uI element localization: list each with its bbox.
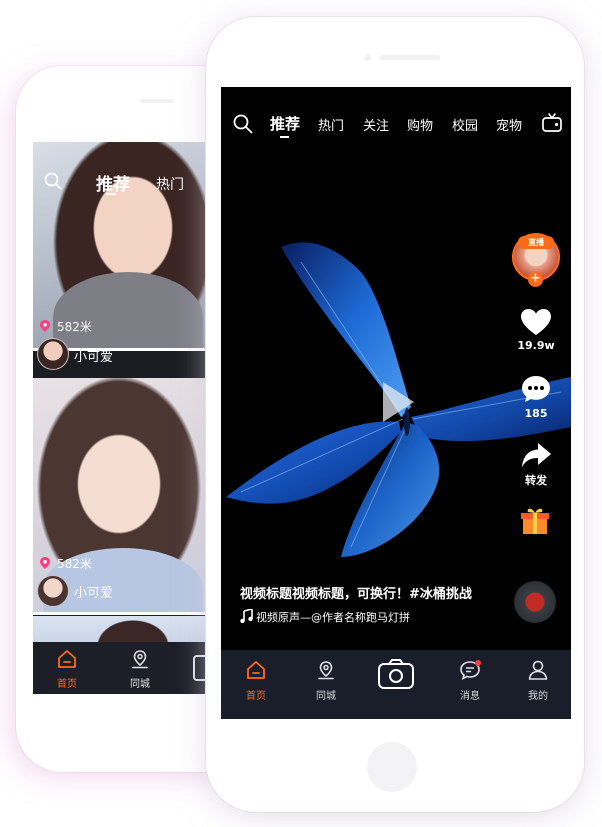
music-note-icon bbox=[240, 609, 253, 623]
live-badge: 直播 bbox=[518, 236, 554, 249]
nav-label: 同城 bbox=[130, 679, 150, 690]
divider bbox=[33, 612, 205, 615]
back-phone-screen bbox=[33, 142, 205, 694]
nav-home[interactable]: 首页 bbox=[229, 660, 283, 702]
comment-icon bbox=[522, 376, 550, 402]
follow-plus-icon[interactable]: + bbox=[528, 272, 543, 287]
play-icon[interactable] bbox=[379, 379, 417, 425]
front-camera-dot bbox=[364, 54, 371, 61]
tab-recommend[interactable]: 推荐 bbox=[96, 170, 130, 195]
nav-messages[interactable]: 消息 bbox=[443, 660, 497, 702]
tab-hot[interactable]: 热门 bbox=[318, 115, 344, 134]
tab-shopping[interactable]: 购物 bbox=[407, 115, 433, 134]
message-icon bbox=[460, 660, 481, 681]
tab-underline bbox=[106, 193, 116, 195]
search-icon[interactable] bbox=[44, 172, 62, 190]
front-phone-speaker bbox=[380, 55, 440, 60]
search-icon[interactable] bbox=[233, 114, 253, 134]
nav-label: 我的 bbox=[528, 691, 548, 702]
nav-label: 同城 bbox=[316, 691, 336, 702]
gift-icon[interactable] bbox=[520, 506, 550, 536]
tab-recommend[interactable]: 推荐 bbox=[270, 113, 300, 134]
profile-icon bbox=[528, 660, 548, 680]
home-button[interactable] bbox=[367, 742, 417, 792]
tab-campus[interactable]: 校园 bbox=[452, 115, 478, 134]
nav-label: 消息 bbox=[460, 691, 480, 702]
user-name: 小可爱 bbox=[74, 586, 114, 601]
nav-label: 首页 bbox=[246, 691, 266, 702]
like-count: 19.9w bbox=[517, 339, 555, 352]
location-pin-icon bbox=[40, 320, 50, 332]
nav-profile[interactable]: 我的 bbox=[511, 660, 565, 702]
heart-icon bbox=[521, 309, 551, 335]
share-icon bbox=[522, 443, 551, 467]
tab-pets[interactable]: 宠物 bbox=[496, 115, 522, 134]
home-icon bbox=[58, 650, 76, 668]
nav-camera[interactable] bbox=[369, 658, 423, 694]
home-icon bbox=[247, 661, 265, 679]
music-marquee: 视频原声—@作者名称跑马灯拼 bbox=[256, 611, 410, 624]
camera-icon bbox=[378, 659, 414, 689]
like-button[interactable]: 19.9w bbox=[514, 308, 558, 352]
location-icon bbox=[318, 661, 334, 680]
nav-home[interactable]: 首页 bbox=[37, 642, 97, 690]
location-pin-icon bbox=[40, 557, 50, 569]
distance-label: 582米 bbox=[57, 557, 92, 571]
back-bottom-nav: 首页 同城 bbox=[33, 642, 209, 694]
location-icon bbox=[132, 650, 148, 669]
avatar[interactable] bbox=[37, 575, 69, 607]
music-disc-icon[interactable] bbox=[514, 581, 556, 623]
comment-count: 185 bbox=[524, 407, 548, 420]
tab-follow[interactable]: 关注 bbox=[363, 115, 389, 134]
comment-button[interactable]: 185 bbox=[514, 374, 558, 420]
back-phone-speaker bbox=[140, 99, 174, 103]
tab-underline bbox=[280, 136, 289, 138]
nav-label: 首页 bbox=[57, 679, 77, 690]
tab-hot[interactable]: 热门 bbox=[156, 174, 184, 194]
share-button[interactable]: 转发 bbox=[514, 441, 558, 488]
video-caption: 视频标题视频标题，可换行！#冰桶挑战 bbox=[240, 587, 472, 602]
nav-nearby[interactable]: 同城 bbox=[110, 642, 170, 690]
user-name: 小可爱 bbox=[74, 350, 114, 365]
distance-label: 582米 bbox=[57, 320, 92, 334]
share-label: 转发 bbox=[525, 474, 547, 487]
avatar[interactable] bbox=[37, 338, 69, 370]
nav-nearby[interactable]: 同城 bbox=[299, 660, 353, 702]
bottom-nav: 首页 同城 消息 我的 bbox=[221, 650, 571, 719]
tv-icon[interactable] bbox=[541, 113, 563, 133]
top-tab-bar: 推荐 热门 关注 购物 校园 宠物 bbox=[221, 108, 571, 138]
